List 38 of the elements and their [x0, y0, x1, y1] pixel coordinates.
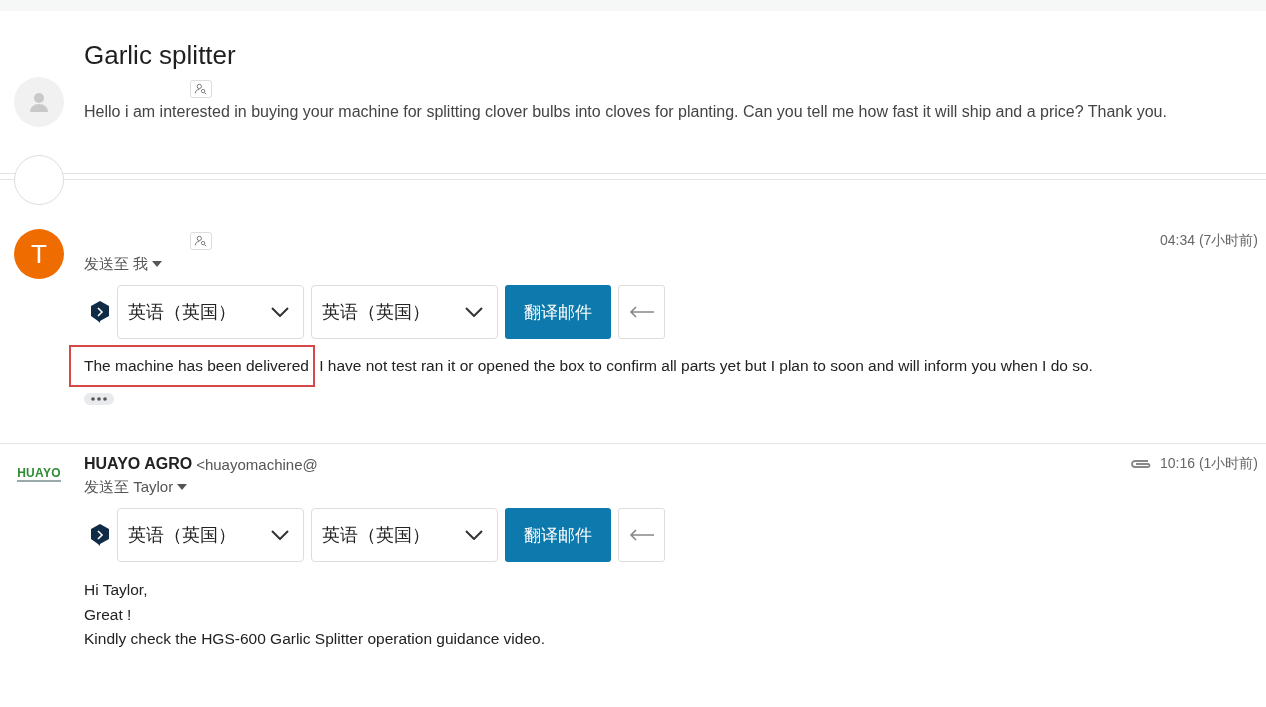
- contact-lookup-icon[interactable]: [190, 232, 212, 250]
- message-text: Kindly check the HGS-600 Garlic Splitter operation guidance video.: [84, 630, 545, 647]
- message-snippet: Hello i am interested in buying your machine for splitting clover bulbs into cloves for planting. Can you tell me how fast it will ship and a price? Thank you.: [84, 103, 1168, 121]
- back-button[interactable]: [618, 285, 665, 339]
- contact-lookup-icon[interactable]: [190, 80, 212, 98]
- message-text: Hi Taylor,: [84, 581, 148, 598]
- message-time: 04:34 (7小时前): [1159, 232, 1258, 250]
- logo-tagline-icon: [17, 479, 61, 483]
- message-text: Great !: [84, 605, 132, 623]
- language-select[interactable]: 英语（英国）: [117, 285, 304, 339]
- language-select[interactable]: 英语（英国）: [117, 508, 304, 562]
- chevron-down-icon: [465, 307, 483, 317]
- language-select[interactable]: 英语（英国）: [311, 508, 498, 562]
- show-trimmed-icon[interactable]: [84, 393, 114, 405]
- message-text: I have not test ran it or opened the box to confirm all parts yet but I plan to soon and will inform you when I do so.: [318, 357, 1093, 374]
- thread-title: Garlic splitter: [83, 39, 237, 69]
- avatar: T: [14, 229, 64, 279]
- recipient-label: 发送至 我: [84, 254, 149, 274]
- message-time: 10:16 (1小时前): [1159, 455, 1258, 473]
- arrow-left-icon: [628, 529, 655, 541]
- translate-button[interactable]: 翻译邮件: [505, 508, 611, 562]
- highlighted-text: The machine has been delivered: [69, 345, 315, 387]
- chevron-down-icon: [465, 530, 483, 540]
- caret-icon[interactable]: [177, 484, 188, 490]
- translate-button[interactable]: 翻译邮件: [505, 285, 611, 339]
- sender-address: <huayomachine@: [196, 455, 318, 473]
- chevron-down-icon: [271, 530, 289, 540]
- back-button[interactable]: [618, 508, 665, 562]
- sender-name: HUAYO AGRO: [84, 455, 193, 473]
- arrow-left-icon: [628, 306, 655, 318]
- caret-icon[interactable]: [152, 261, 163, 267]
- chevron-down-icon: [271, 307, 289, 317]
- translator-logo-icon: [90, 300, 110, 324]
- person-icon: [27, 90, 51, 114]
- recipient-label: 发送至 Taylor: [84, 477, 174, 497]
- translator-logo-icon: [90, 523, 110, 547]
- company-logo: HUAYO: [17, 465, 61, 480]
- language-select[interactable]: 英语（英国）: [311, 285, 498, 339]
